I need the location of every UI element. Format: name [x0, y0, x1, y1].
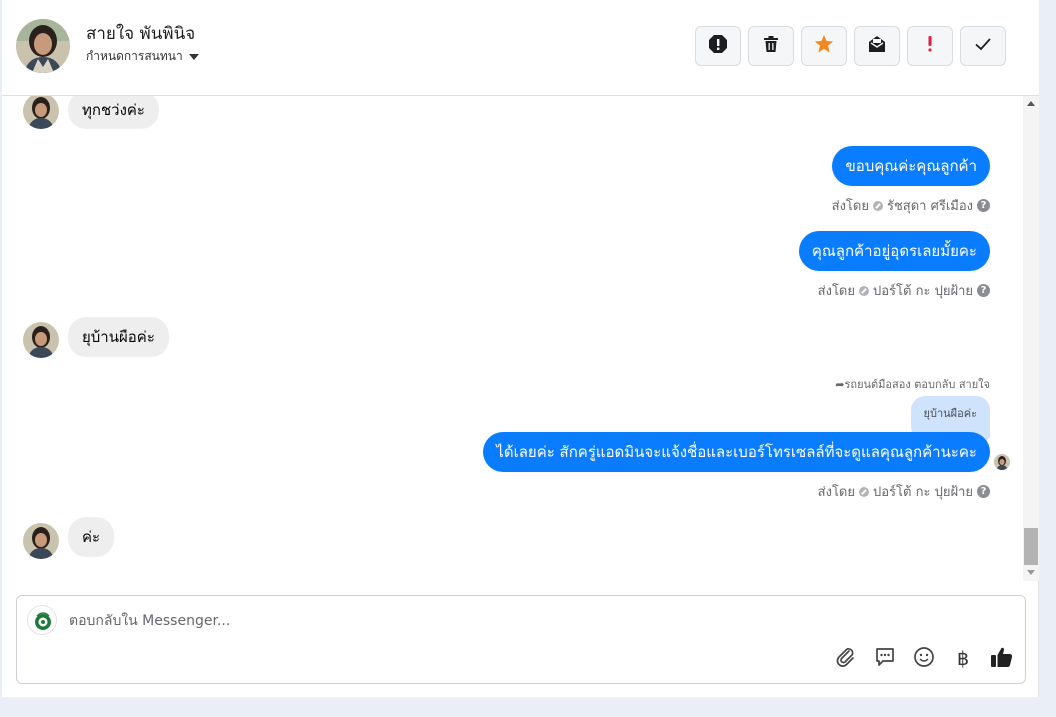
delete-button[interactable] [748, 26, 794, 66]
assign-label: กำหนดการสนทนา [86, 49, 183, 63]
trash-icon [762, 35, 780, 57]
incoming-message[interactable]: ค่ะ [68, 517, 115, 557]
sent-by-label: ส่งโดย [831, 199, 869, 214]
star-icon [814, 34, 834, 58]
scroll-down-arrow-icon[interactable] [1027, 570, 1035, 575]
baht-icon: ฿ [956, 648, 970, 670]
incoming-message[interactable]: ยุบ้านผือค่ะ [68, 317, 169, 357]
attach-file-button[interactable] [833, 646, 859, 672]
seen-avatar [994, 454, 1010, 470]
contact-message-avatar[interactable] [23, 523, 59, 559]
reply-note: ➦รถยนต์มือสอง ตอบกลับ สายใจ [835, 375, 990, 393]
sender-status-icon [872, 200, 883, 211]
sent-by-info: ส่งโดย ปอร์โต้ กะ ปุยฝ้าย ? [818, 481, 990, 502]
star-button[interactable] [801, 26, 847, 66]
sender-status-icon [859, 486, 869, 497]
caret-down-icon [188, 54, 199, 60]
payment-button[interactable]: ฿ [950, 646, 976, 672]
sent-by-info: ส่งโดย ปอร์โต้ กะ ปุยฝ้าย ? [818, 280, 990, 301]
message-composer: ฿ [16, 595, 1026, 684]
emoji-icon [913, 646, 935, 672]
sent-by-label: ส่งโดย [817, 485, 855, 500]
page-logo [27, 605, 57, 635]
contact-message-avatar[interactable] [23, 96, 59, 129]
follow-up-button[interactable] [907, 26, 953, 66]
check-icon [974, 35, 992, 57]
help-icon[interactable]: ? [977, 485, 990, 498]
contact-message-avatar[interactable] [23, 322, 59, 358]
incoming-message[interactable]: ทุกชว่งค่ะ [68, 96, 159, 129]
thumbs-up-icon [990, 645, 1014, 673]
composer-toolbar: ฿ [833, 646, 1015, 672]
help-icon[interactable]: ? [977, 199, 990, 212]
reply-arrow-icon: ➦ [835, 378, 845, 391]
contact-name: สายใจ พันพินิจ [86, 24, 196, 44]
emoji-button[interactable] [911, 646, 937, 672]
conversation-panel: สายใจ พันพินิจ กำหนดการสนทนา ทุกชว่งค่ะ … [2, 0, 1039, 697]
outgoing-message[interactable]: ขอบคุณค่ะคุณลูกค้า [832, 146, 990, 186]
mark-unread-icon [868, 35, 886, 57]
conversation-toolbar [695, 26, 1006, 66]
help-icon[interactable]: ? [977, 284, 990, 297]
saved-reply-button[interactable] [872, 646, 898, 672]
scrollbar-thumb[interactable] [1024, 528, 1038, 565]
follow-up-icon [925, 34, 935, 58]
scroll-up-arrow-icon[interactable] [1027, 101, 1035, 106]
mark-done-button[interactable] [960, 26, 1006, 66]
contact-avatar[interactable] [16, 19, 70, 73]
message-scrollbar[interactable] [1023, 96, 1039, 581]
spam-icon [708, 34, 728, 58]
sent-by-info: ส่งโดย รัชสุดา ศรีเมือง ? [832, 195, 990, 216]
sender-status-icon [859, 285, 869, 296]
assign-conversation-dropdown[interactable]: กำหนดการสนทนา [86, 47, 199, 66]
like-button[interactable] [989, 646, 1015, 672]
sender-name: รัชสุดา ศรีเมือง [886, 199, 973, 214]
sender-name: ปอร์โต้ กะ ปุยฝ้าย [873, 284, 973, 299]
mark-unread-button[interactable] [854, 26, 900, 66]
reply-note-text: รถยนต์มือสอง ตอบกลับ สายใจ [844, 378, 991, 391]
conversation-header: สายใจ พันพินิจ กำหนดการสนทนา [2, 0, 1039, 96]
sent-by-label: ส่งโดย [817, 284, 855, 299]
message-list: ทุกชว่งค่ะ ขอบคุณค่ะคุณลูกค้า ส่งโดย รัช… [2, 96, 1023, 581]
spam-button[interactable] [695, 26, 741, 66]
reply-input[interactable] [69, 608, 769, 634]
paperclip-icon [835, 646, 857, 672]
saved-reply-icon [874, 646, 896, 672]
outgoing-message[interactable]: ได้เลยค่ะ สักครู่แอดมินจะแจ้งชื่อและเบอร… [483, 432, 990, 472]
outgoing-message[interactable]: คุณลูกค้าอยู่อุดรเลยมั้ยคะ [798, 231, 990, 271]
sender-name: ปอร์โต้ กะ ปุยฝ้าย [873, 485, 973, 500]
